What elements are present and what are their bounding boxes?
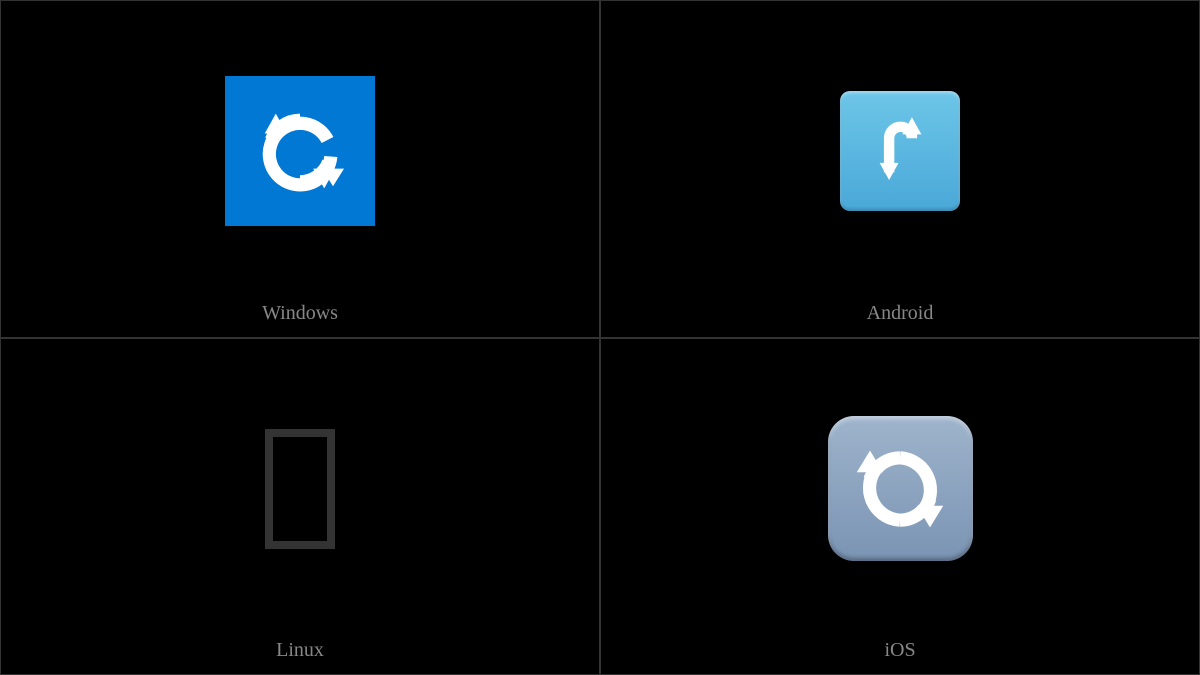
- glyph-area: [601, 339, 1199, 640]
- counterclockwise-arrows-icon: [840, 91, 960, 211]
- platform-label: iOS: [884, 639, 915, 674]
- cell-ios: iOS: [600, 338, 1200, 675]
- cell-android: Android: [600, 0, 1200, 338]
- cell-linux: Linux: [0, 338, 600, 675]
- platform-label: Windows: [262, 302, 338, 337]
- missing-glyph-icon: [265, 429, 335, 549]
- cell-windows: Windows: [0, 0, 600, 338]
- glyph-area: [601, 1, 1199, 302]
- counterclockwise-arrows-icon: [828, 416, 973, 561]
- platform-label: Android: [867, 302, 934, 337]
- platform-label: Linux: [276, 639, 324, 674]
- glyph-area: [1, 339, 599, 640]
- counterclockwise-arrows-icon: [225, 76, 375, 226]
- glyph-area: [1, 1, 599, 302]
